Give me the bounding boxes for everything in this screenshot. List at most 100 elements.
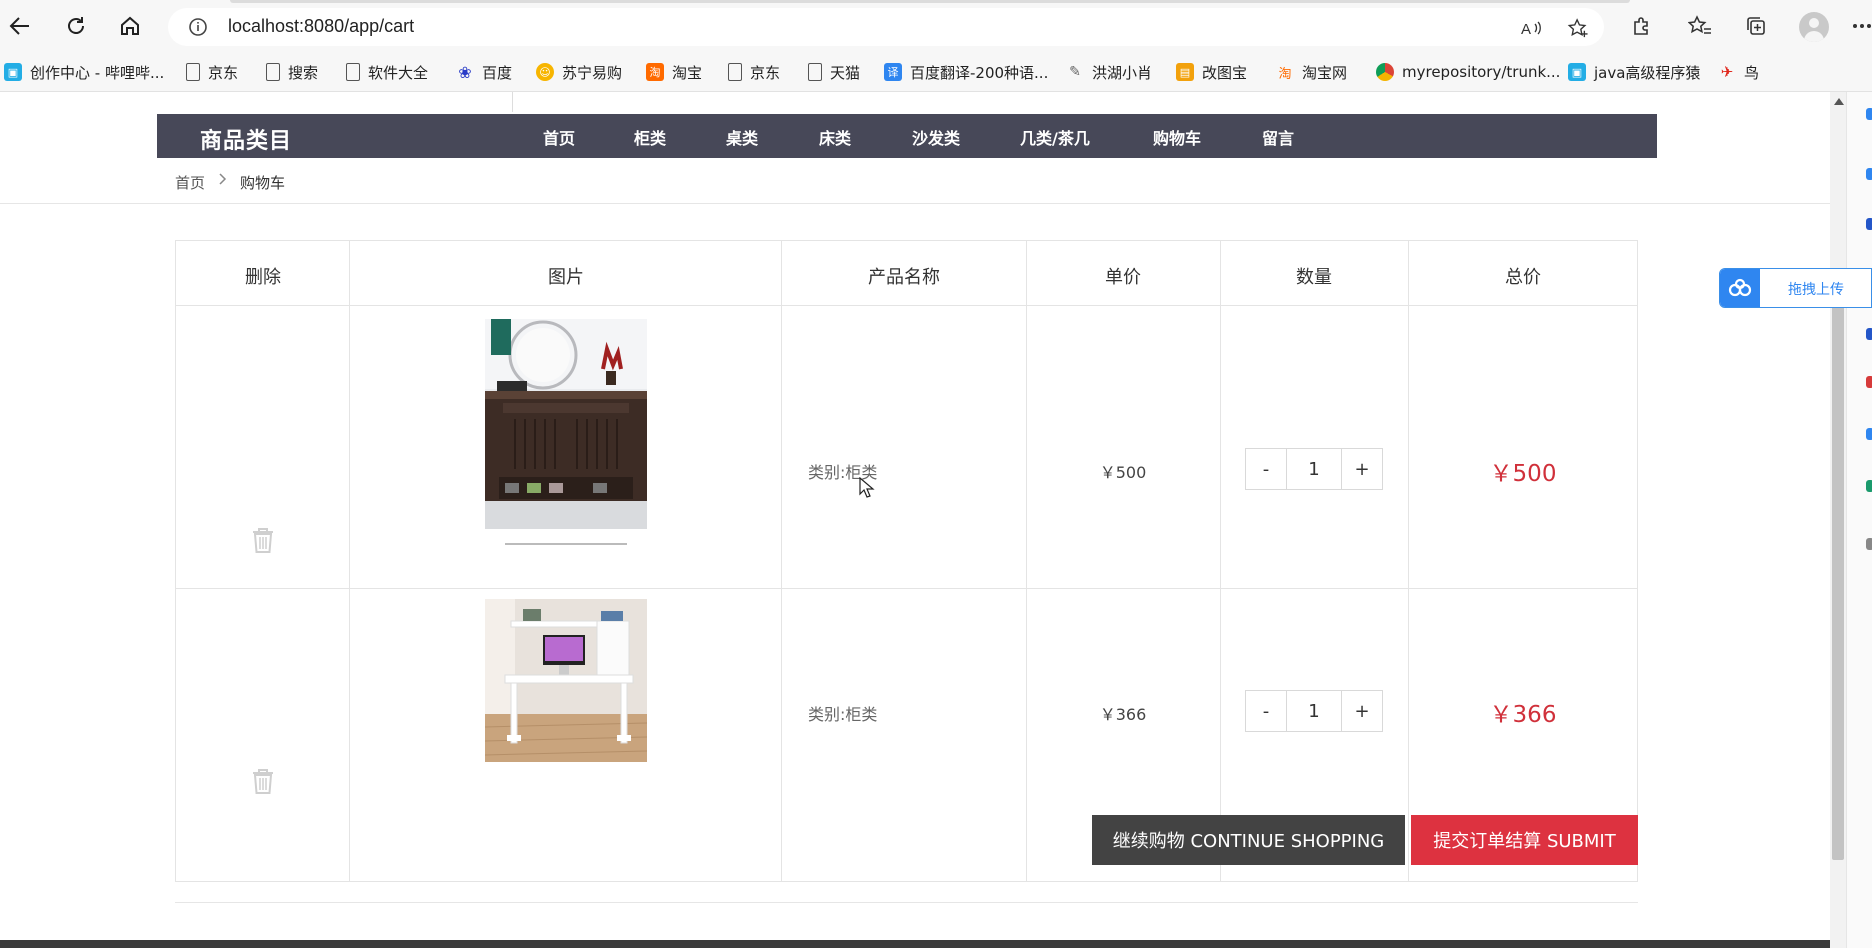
- continue-shopping-button[interactable]: 继续购物 CONTINUE SHOPPING: [1092, 815, 1405, 865]
- quantity-input[interactable]: 1: [1286, 691, 1342, 731]
- taobao-icon: 淘: [646, 63, 664, 81]
- sidebar-tools-icon[interactable]: [1866, 480, 1872, 492]
- page-icon: [346, 63, 360, 81]
- decrement-button[interactable]: -: [1246, 691, 1286, 731]
- add-favorite-icon[interactable]: [1566, 18, 1590, 38]
- increment-button[interactable]: +: [1342, 691, 1382, 731]
- nav-cabinets[interactable]: 柜类: [634, 125, 666, 149]
- favorites-button[interactable]: [1686, 12, 1714, 40]
- column-divider: [1026, 241, 1027, 881]
- sidebar-search-icon[interactable]: [1866, 108, 1872, 120]
- bookmark-tmall[interactable]: 天猫: [808, 60, 860, 84]
- bookmark-taobao[interactable]: 淘淘宝: [646, 60, 702, 84]
- cloud-icon: [1720, 269, 1760, 307]
- row-total-price: ￥500: [1489, 461, 1557, 487]
- read-aloud-icon[interactable]: A: [1520, 18, 1544, 38]
- refresh-button[interactable]: [60, 10, 92, 42]
- nav-tables[interactable]: 几类/茶几: [1020, 125, 1090, 149]
- nav-desks[interactable]: 桌类: [726, 125, 758, 149]
- quantity-stepper: - 1 +: [1245, 690, 1383, 732]
- nav-home[interactable]: 首页: [543, 125, 575, 149]
- sidebar-pin-icon[interactable]: [1866, 168, 1872, 180]
- bird-icon: ✎: [1069, 64, 1081, 80]
- category-title[interactable]: 商品类目: [200, 123, 292, 155]
- decrement-button[interactable]: -: [1246, 449, 1286, 489]
- main-navbar: 商品类目 首页 柜类 桌类 床类 沙发类 几类/茶几 购物车 留言: [157, 114, 1657, 158]
- sidebar-games-icon[interactable]: [1866, 376, 1872, 388]
- nav-beds[interactable]: 床类: [819, 125, 851, 149]
- footer: [0, 940, 1830, 948]
- back-button[interactable]: [4, 10, 36, 42]
- scroll-up-arrow-icon[interactable]: [1834, 98, 1844, 105]
- more-menu-button[interactable]: [1848, 12, 1872, 40]
- nav-message[interactable]: 留言: [1262, 125, 1294, 149]
- divider: [0, 203, 1830, 204]
- bookmark-bilibili[interactable]: ▣ 创作中心 - 哔哩哔...: [4, 60, 164, 84]
- bookmark-jd-2[interactable]: 京东: [728, 60, 780, 84]
- row-divider: [176, 588, 1637, 589]
- scrollbar-thumb[interactable]: [1832, 300, 1844, 860]
- page-icon: [186, 63, 200, 81]
- url-text[interactable]: localhost:8080/app/cart: [228, 16, 414, 37]
- nav-sofas[interactable]: 沙发类: [912, 125, 960, 149]
- home-icon: [121, 16, 139, 35]
- profile-avatar[interactable]: [1799, 12, 1829, 42]
- bookmark-bird[interactable]: ✈ 鸟: [1718, 60, 1759, 84]
- bookmarks-bar: ▣ 创作中心 - 哔哩哔... 京东 搜索 软件大全 ❀ 百度 ☺ 苏宁易购 淘淘宝 …: [0, 52, 1872, 92]
- row-divider: [176, 305, 1637, 306]
- image-icon: ▤: [1176, 63, 1194, 81]
- page-icon: [728, 63, 742, 81]
- extensions-button[interactable]: [1628, 12, 1656, 40]
- bookmark-baidu-translate[interactable]: 译百度翻译-200种语...: [884, 60, 1048, 84]
- product-image[interactable]: [485, 599, 647, 762]
- breadcrumb-home[interactable]: 首页: [175, 172, 205, 193]
- info-icon[interactable]: [188, 17, 208, 37]
- unit-price: ￥366: [1099, 705, 1147, 724]
- product-category[interactable]: 类别:柜类: [808, 701, 877, 725]
- increment-button[interactable]: +: [1342, 449, 1382, 489]
- bookmark-java[interactable]: ▣ java高级程序猿: [1568, 60, 1700, 84]
- page-icon: [266, 63, 280, 81]
- column-divider: [1220, 241, 1221, 881]
- column-divider: [781, 241, 782, 881]
- cart-table: 删除 图片 产品名称 单价 数量 总价 类别:柜类 ￥500 - 1 + ￥50…: [175, 240, 1638, 882]
- quantity-input[interactable]: 1: [1286, 449, 1342, 489]
- chevron-right-icon: [218, 172, 228, 190]
- sidebar-shopping-icon[interactable]: [1866, 218, 1872, 230]
- cabinet-product-photo: [485, 319, 647, 545]
- bookmark-suning[interactable]: ☺ 苏宁易购: [536, 60, 622, 84]
- col-header-total: 总价: [1505, 267, 1541, 288]
- bird-icon: ✈: [1720, 63, 1734, 81]
- address-bar[interactable]: localhost:8080/app/cart A: [168, 8, 1604, 46]
- trash-icon[interactable]: [250, 525, 276, 555]
- col-header-unit-price: 单价: [1105, 267, 1141, 288]
- bookmark-baidu[interactable]: ❀ 百度: [456, 60, 512, 84]
- bookmark-software[interactable]: 软件大全: [346, 60, 428, 84]
- nav-cart[interactable]: 购物车: [1153, 125, 1201, 149]
- product-image[interactable]: [485, 319, 647, 551]
- bookmark-myrepository[interactable]: myrepository/trunk...: [1376, 60, 1560, 84]
- bookmark-honghu[interactable]: ✎ 洪湖小肖: [1066, 60, 1152, 84]
- bookmark-jd[interactable]: 京东: [186, 60, 238, 84]
- trash-icon[interactable]: [250, 766, 276, 796]
- taobao-icon: 淘: [1278, 66, 1292, 82]
- col-header-quantity: 数量: [1296, 267, 1332, 288]
- drag-upload-widget[interactable]: 拖拽上传: [1719, 268, 1872, 308]
- unit-price: ￥500: [1099, 463, 1147, 482]
- refresh-icon: [68, 17, 84, 34]
- home-button[interactable]: [114, 10, 146, 42]
- sidebar-add-icon[interactable]: [1866, 538, 1872, 550]
- tv-icon: ▣: [1568, 63, 1586, 81]
- collections-button[interactable]: [1742, 12, 1770, 40]
- arrow-left-icon: [9, 17, 29, 35]
- sidebar-office-icon[interactable]: [1866, 428, 1872, 440]
- tv-icon: ▣: [4, 63, 22, 81]
- submit-order-button[interactable]: 提交订单结算 SUBMIT: [1411, 815, 1638, 865]
- favorites-icon: [1688, 15, 1711, 34]
- bookmark-search[interactable]: 搜索: [266, 60, 318, 84]
- bookmark-taobao-net[interactable]: 淘淘宝网: [1276, 60, 1347, 84]
- sidebar-people-icon[interactable]: [1866, 328, 1872, 340]
- more-icon: [1853, 24, 1871, 28]
- desk-product-photo: [485, 599, 647, 762]
- bookmark-gaitubao[interactable]: ▤ 改图宝: [1176, 60, 1247, 84]
